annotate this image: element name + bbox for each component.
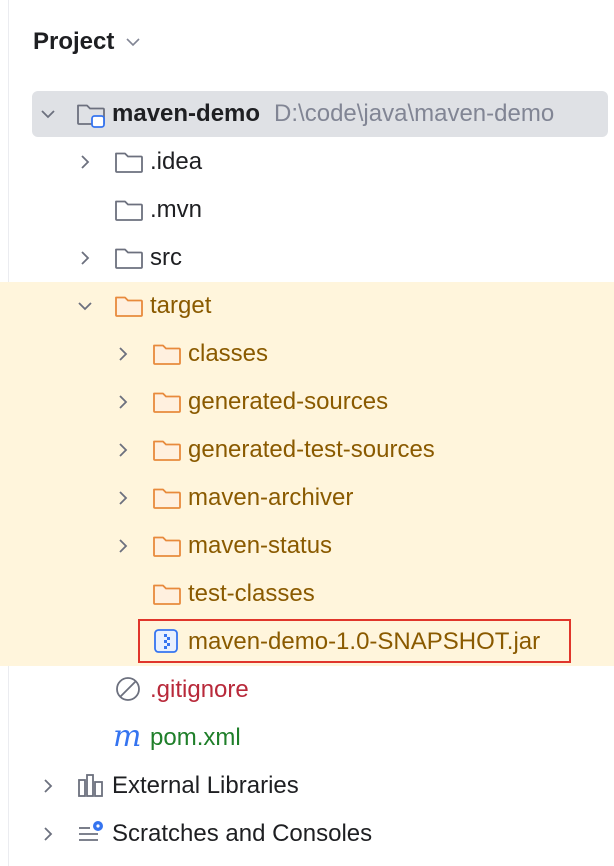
tree-row-mvn[interactable]: .mvn <box>0 186 614 234</box>
excluded-folder-icon <box>152 339 182 369</box>
tree-label: test-classes <box>188 580 315 607</box>
chevron-right-icon[interactable] <box>115 394 131 410</box>
tree-label: maven-status <box>188 532 333 559</box>
project-panel-header[interactable]: Project <box>33 24 142 60</box>
chevron-right-icon[interactable] <box>77 154 93 170</box>
tree-label: .mvn <box>150 196 203 223</box>
tree-label: classes <box>188 340 269 367</box>
tree-row-maven-status[interactable]: maven-status <box>0 522 614 570</box>
tree-row-maven-archiver[interactable]: maven-archiver <box>0 474 614 522</box>
folder-icon <box>114 147 144 177</box>
tree-label: Scratches and Consoles <box>112 820 373 847</box>
tree-row-pom[interactable]: m pom.xml <box>0 714 614 762</box>
chevron-right-icon[interactable] <box>115 538 131 554</box>
tree-label: maven-archiver <box>188 484 354 511</box>
tree-row-external-libraries[interactable]: External Libraries <box>0 762 614 810</box>
chevron-right-icon[interactable] <box>115 346 131 362</box>
chevron-right-icon[interactable] <box>40 778 56 794</box>
excluded-folder-icon <box>152 435 182 465</box>
tree-label: maven-demo <box>112 100 261 127</box>
tree-label: .idea <box>150 148 203 175</box>
tree-row-classes[interactable]: classes <box>0 330 614 378</box>
tree-label: target <box>150 292 212 319</box>
tree-label: .gitignore <box>150 676 249 703</box>
tree-label: pom.xml <box>150 724 241 751</box>
tree-row-gitignore[interactable]: .gitignore <box>0 666 614 714</box>
excluded-folder-icon <box>114 291 144 321</box>
folder-icon <box>114 243 144 273</box>
excluded-folder-icon <box>152 387 182 417</box>
tree-row-generated-sources[interactable]: generated-sources <box>0 378 614 426</box>
tree-row-target[interactable]: target <box>0 282 614 330</box>
tree-label: src <box>150 244 182 271</box>
svg-text:m: m <box>113 723 141 753</box>
chevron-down-icon[interactable] <box>77 298 93 314</box>
tree-row-generated-test-sources[interactable]: generated-test-sources <box>0 426 614 474</box>
chevron-right-icon[interactable] <box>115 442 131 458</box>
module-path: D:\code\java\maven-demo <box>274 100 555 127</box>
jar-file-icon <box>152 627 182 657</box>
chevron-down-icon[interactable] <box>40 106 56 122</box>
chevron-down-icon[interactable] <box>124 33 142 51</box>
folder-icon <box>114 195 144 225</box>
tree-label: generated-test-sources <box>188 436 435 463</box>
tree-label: generated-sources <box>188 388 389 415</box>
tree-label: maven-demo-1.0-SNAPSHOT.jar <box>188 628 541 655</box>
tree-row-idea[interactable]: .idea <box>0 138 614 186</box>
excluded-folder-icon <box>152 483 182 513</box>
tree-row-maven-demo[interactable]: maven-demo D:\code\java\maven-demo <box>0 90 614 138</box>
scratches-icon <box>76 819 106 849</box>
chevron-right-icon[interactable] <box>115 490 131 506</box>
maven-icon: m <box>112 723 142 753</box>
panel-title: Project <box>33 28 115 55</box>
project-tree: maven-demo D:\code\java\maven-demo .idea … <box>0 90 614 858</box>
chevron-right-icon[interactable] <box>77 250 93 266</box>
excluded-folder-icon <box>152 531 182 561</box>
ignored-file-icon <box>114 675 144 705</box>
tree-row-scratches[interactable]: Scratches and Consoles <box>0 810 614 858</box>
tree-row-jar[interactable]: maven-demo-1.0-SNAPSHOT.jar <box>0 618 614 666</box>
tree-label: External Libraries <box>112 772 299 799</box>
excluded-folder-icon <box>152 579 182 609</box>
libraries-icon <box>76 771 106 801</box>
module-folder-icon <box>76 99 106 129</box>
tree-row-src[interactable]: src <box>0 234 614 282</box>
chevron-right-icon[interactable] <box>40 826 56 842</box>
tree-row-test-classes[interactable]: test-classes <box>0 570 614 618</box>
